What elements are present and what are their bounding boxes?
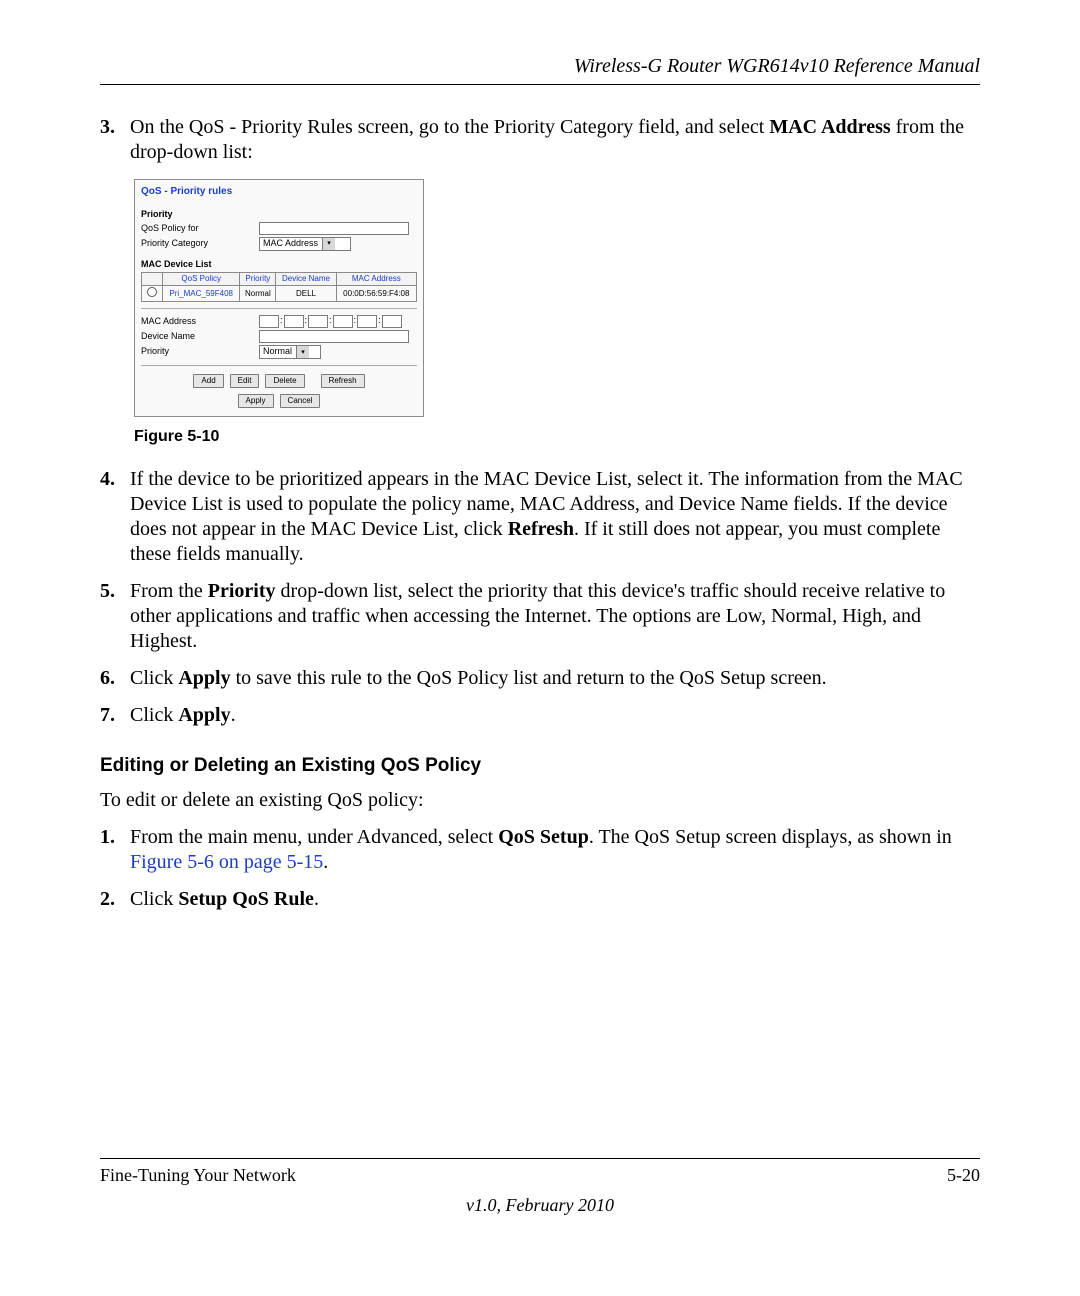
edit2-p2: . bbox=[314, 888, 319, 910]
priority-category-value: MAC Address bbox=[263, 238, 318, 249]
step7-bold: Apply bbox=[178, 704, 230, 726]
edit2-bold: Setup QoS Rule bbox=[178, 888, 314, 910]
step6-bold: Apply bbox=[178, 667, 230, 689]
mac-address-input[interactable]: : : : : : bbox=[259, 315, 402, 328]
step3-text: On the QoS - Priority Rules screen, go t… bbox=[130, 115, 980, 165]
step4-text: If the device to be prioritized appears … bbox=[130, 467, 980, 567]
step7-p1: Click bbox=[130, 704, 178, 726]
step4-bold: Refresh bbox=[508, 518, 574, 540]
step7-p2: . bbox=[231, 704, 236, 726]
row-radio[interactable] bbox=[142, 286, 163, 302]
table-header-row: QoS Policy Priority Device Name MAC Addr… bbox=[142, 273, 417, 286]
header-rule bbox=[100, 84, 980, 85]
th-priority: Priority bbox=[240, 273, 276, 286]
edit2-number: 2. bbox=[100, 887, 130, 912]
step3-number: 3. bbox=[100, 115, 130, 165]
row-qos-policy[interactable]: Pri_MAC_59F408 bbox=[163, 286, 240, 302]
refresh-button[interactable]: Refresh bbox=[321, 374, 365, 388]
figure-caption: Figure 5-10 bbox=[134, 427, 980, 447]
add-button[interactable]: Add bbox=[193, 374, 223, 388]
priority-category-select[interactable]: MAC Address ▾ bbox=[259, 237, 351, 251]
edit2-text: Click Setup QoS Rule. bbox=[130, 887, 980, 912]
intro-line: To edit or delete an existing QoS policy… bbox=[100, 788, 980, 813]
device-name-input[interactable] bbox=[259, 330, 409, 343]
chevron-down-icon: ▾ bbox=[322, 238, 335, 250]
qos-priority-rules-screenshot: QoS - Priority rules Priority QoS Policy… bbox=[134, 179, 424, 417]
step5-text: From the Priority drop-down list, select… bbox=[130, 579, 980, 654]
footer-rule bbox=[100, 1158, 980, 1159]
step6-p1: Click bbox=[130, 667, 178, 689]
edit1-text: From the main menu, under Advanced, sele… bbox=[130, 825, 980, 875]
table-row[interactable]: Pri_MAC_59F408 Normal DELL 00:0D:56:59:F… bbox=[142, 286, 417, 302]
step5-bold: Priority bbox=[208, 580, 276, 602]
footer-version: v1.0, February 2010 bbox=[0, 1195, 1080, 1216]
step3-pre: On the QoS - Priority Rules screen, go t… bbox=[130, 116, 769, 138]
delete-button[interactable]: Delete bbox=[265, 374, 304, 388]
step4-number: 4. bbox=[100, 467, 130, 567]
edit1-p1: From the main menu, under Advanced, sele… bbox=[130, 826, 498, 848]
edit1-p2: . The QoS Setup screen displays, as show… bbox=[589, 826, 952, 848]
priority-section-label: Priority bbox=[141, 209, 417, 220]
screenshot-title: QoS - Priority rules bbox=[141, 186, 417, 199]
priority-label: Priority bbox=[141, 346, 259, 357]
th-qos-policy: QoS Policy bbox=[163, 273, 240, 286]
priority-select[interactable]: Normal ▾ bbox=[259, 345, 321, 359]
apply-button[interactable]: Apply bbox=[238, 394, 274, 408]
edit2-p1: Click bbox=[130, 888, 178, 910]
step5-p1: From the bbox=[130, 580, 208, 602]
mac-device-list-table: QoS Policy Priority Device Name MAC Addr… bbox=[141, 272, 417, 302]
step7-text: Click Apply. bbox=[130, 703, 980, 728]
row-priority: Normal bbox=[240, 286, 276, 302]
footer-page-number: 5-20 bbox=[947, 1165, 980, 1186]
qos-policy-for-input[interactable] bbox=[259, 222, 409, 235]
radio-icon[interactable] bbox=[147, 287, 157, 297]
step6-number: 6. bbox=[100, 666, 130, 691]
priority-select-value: Normal bbox=[263, 346, 292, 357]
edit1-bold: QoS Setup bbox=[498, 826, 589, 848]
step5-number: 5. bbox=[100, 579, 130, 654]
doc-header-title: Wireless-G Router WGR614v10 Reference Ma… bbox=[100, 55, 980, 82]
th-mac: MAC Address bbox=[336, 273, 416, 286]
subheading-edit-delete: Editing or Deleting an Existing QoS Poli… bbox=[100, 754, 980, 778]
row-device-name: DELL bbox=[276, 286, 336, 302]
cancel-button[interactable]: Cancel bbox=[280, 394, 321, 408]
row-mac: 00:0D:56:59:F4:08 bbox=[336, 286, 416, 302]
mac-device-list-label: MAC Device List bbox=[141, 259, 417, 270]
device-name-label: Device Name bbox=[141, 331, 259, 342]
footer-left: Fine-Tuning Your Network bbox=[100, 1165, 296, 1186]
th-device-name: Device Name bbox=[276, 273, 336, 286]
figure-5-6-link[interactable]: Figure 5-6 on page 5-15 bbox=[130, 851, 323, 873]
step6-p2: to save this rule to the QoS Policy list… bbox=[231, 667, 827, 689]
priority-category-label: Priority Category bbox=[141, 238, 259, 249]
mac-address-label: MAC Address bbox=[141, 316, 259, 327]
th-radio bbox=[142, 273, 163, 286]
step6-text: Click Apply to save this rule to the QoS… bbox=[130, 666, 980, 691]
edit1-p3: . bbox=[323, 851, 328, 873]
chevron-down-icon: ▾ bbox=[296, 346, 309, 358]
edit-button[interactable]: Edit bbox=[230, 374, 260, 388]
edit1-number: 1. bbox=[100, 825, 130, 875]
step7-number: 7. bbox=[100, 703, 130, 728]
step3-bold: MAC Address bbox=[769, 116, 890, 138]
qos-policy-for-label: QoS Policy for bbox=[141, 223, 259, 234]
